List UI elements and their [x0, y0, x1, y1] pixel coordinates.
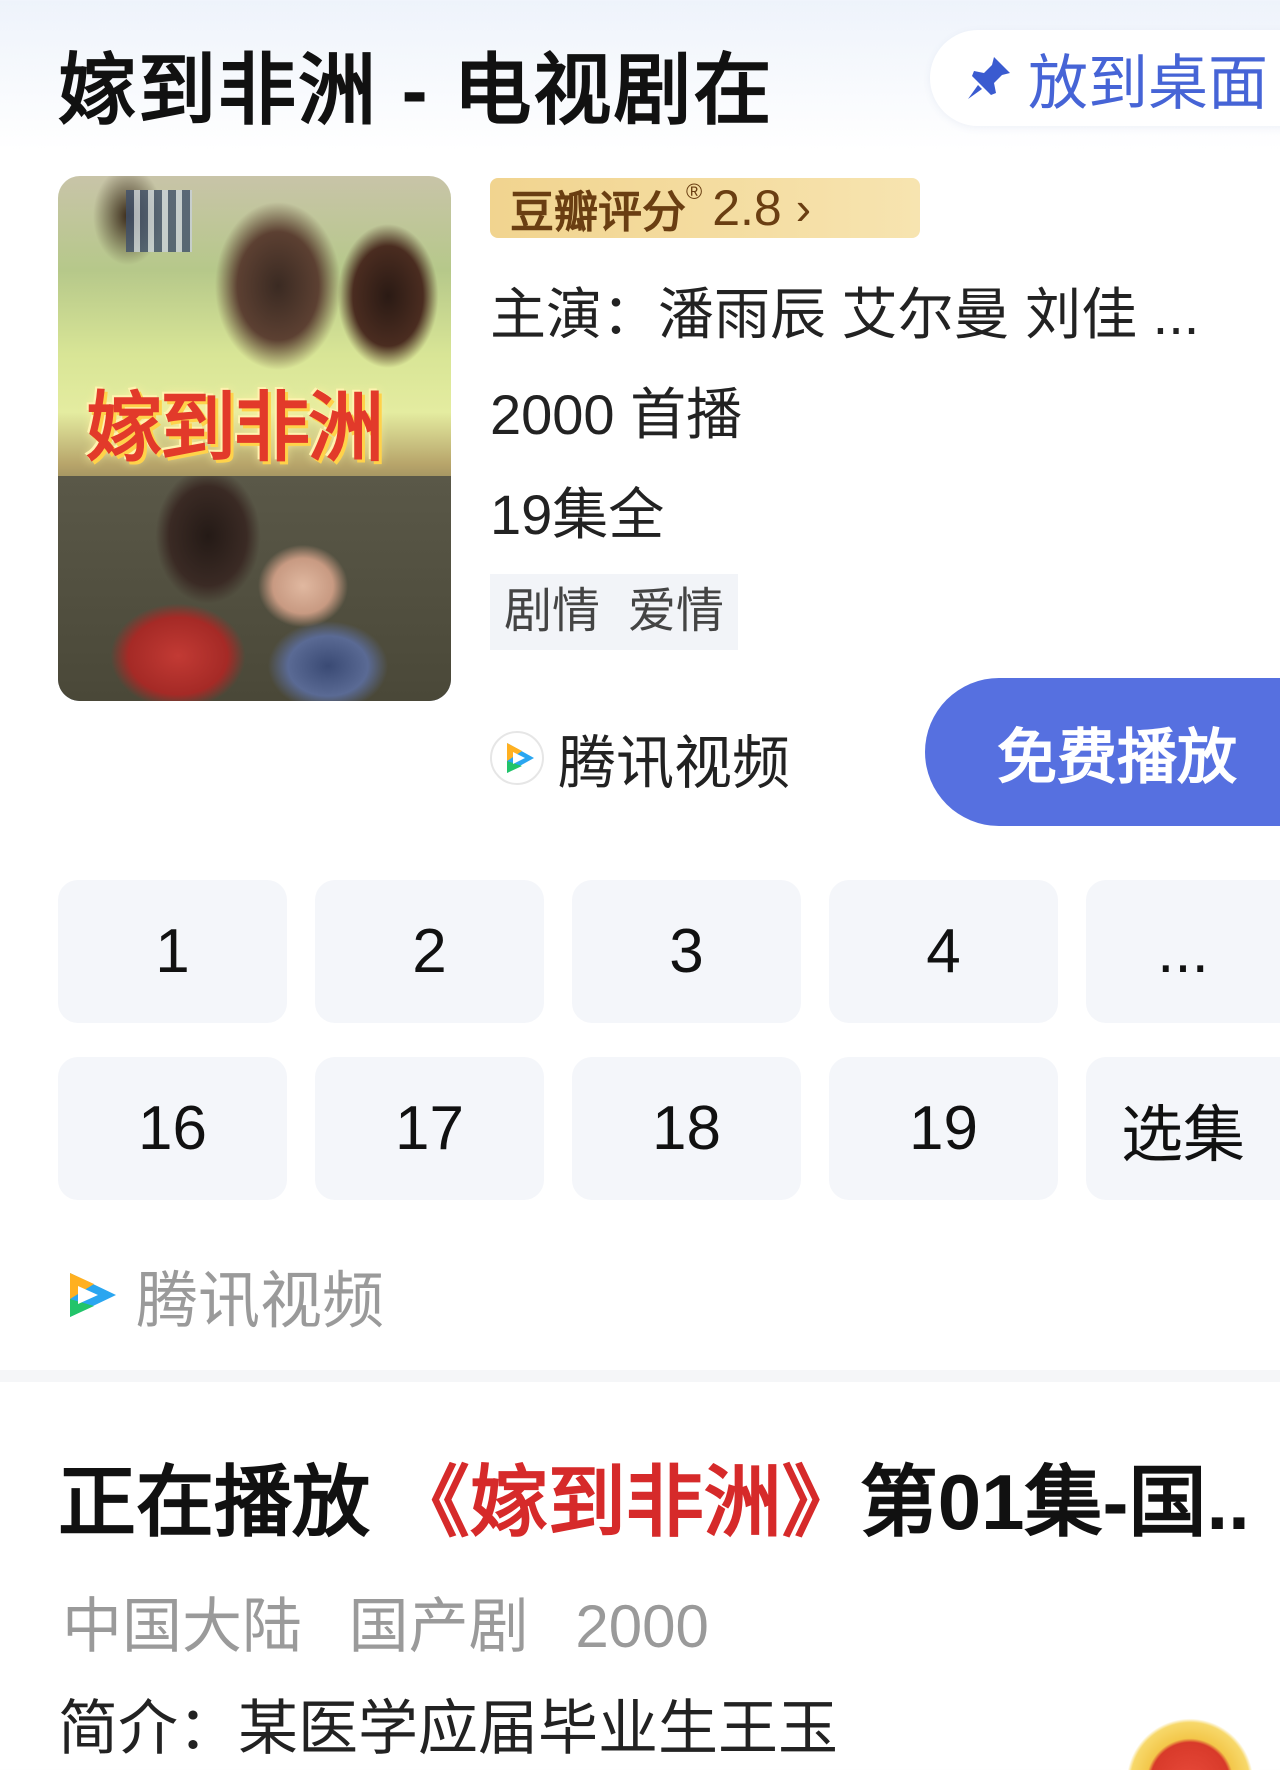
provider-row: 腾讯视频 [490, 716, 790, 800]
meta-category: 国产剧 [348, 1593, 529, 1660]
registered-mark: ® [686, 179, 703, 204]
episode-button-3[interactable]: 3 [572, 880, 801, 1023]
cast-line: 主演：潘雨辰 艾尔曼 刘佳 ... [490, 283, 1200, 346]
episode-grid: 1 2 3 4 ... 16 17 18 19 选集 [58, 880, 1280, 1205]
episode-button-2[interactable]: 2 [315, 880, 544, 1023]
meta-region: 中国大陆 [62, 1593, 302, 1660]
now-playing-prefix: 正在播放 [58, 1458, 371, 1546]
synopsis: 简介：某医学应届毕业生王玉 [58, 1695, 838, 1762]
chevron-right-icon: › [795, 182, 812, 234]
tencent-video-icon [490, 731, 544, 785]
meta-year: 2000 [575, 1593, 709, 1660]
poster-image[interactable]: 嫁到非洲 [58, 176, 451, 701]
poster-title: 嫁到非洲 [86, 383, 384, 472]
meta-line: 中国大陆 国产剧 2000 [62, 1578, 739, 1665]
tencent-video-icon [70, 1273, 116, 1317]
add-to-desktop-button[interactable]: 放到桌面 [930, 30, 1280, 126]
episode-button-1[interactable]: 1 [58, 880, 287, 1023]
poster-window [126, 190, 192, 252]
episode-button-16[interactable]: 16 [58, 1057, 287, 1200]
now-playing-suffix: 第01集-国.. [859, 1458, 1250, 1546]
pin-icon [968, 57, 1010, 99]
add-to-desktop-label: 放到桌面 [1028, 49, 1268, 117]
header: 嫁到非洲 - 电视剧在 放到桌面 [0, 0, 1280, 160]
rating-value: 2.8 [712, 180, 782, 236]
now-playing-title[interactable]: 正在播放 《嫁到非洲》第01集-国.. [58, 1440, 1280, 1552]
now-playing-show-title: 《嫁到非洲》 [391, 1458, 860, 1546]
poster-bottom-scene [58, 476, 451, 701]
episodes-total: 19集全 [490, 483, 665, 546]
floating-action-button[interactable] [1120, 1712, 1260, 1770]
page-title: 嫁到非洲 - 电视剧在 [58, 46, 774, 134]
section-divider [0, 1370, 1280, 1382]
rating-label: 豆瓣评分 [510, 188, 686, 237]
genre-tags: 剧情 爱情 [490, 574, 739, 650]
episode-button-19[interactable]: 19 [829, 1057, 1058, 1200]
genre-tag: 剧情 [490, 574, 615, 650]
episode-button-4[interactable]: 4 [829, 880, 1058, 1023]
provider-name: 腾讯视频 [558, 731, 791, 796]
episode-button-17[interactable]: 17 [315, 1057, 544, 1200]
free-play-button[interactable]: 免费播放 [925, 678, 1280, 826]
source-name: 腾讯视频 [136, 1267, 385, 1336]
premiere-line: 2000 首播 [490, 383, 743, 446]
episode-more-button[interactable]: ... [1086, 880, 1280, 1023]
select-episode-button[interactable]: 选集 [1086, 1057, 1280, 1200]
douban-rating-badge[interactable]: 豆瓣评分 ® 2.8 › [490, 178, 920, 238]
episode-button-18[interactable]: 18 [572, 1057, 801, 1200]
source-row: 腾讯视频 [62, 1250, 384, 1340]
genre-tag: 爱情 [614, 574, 739, 650]
